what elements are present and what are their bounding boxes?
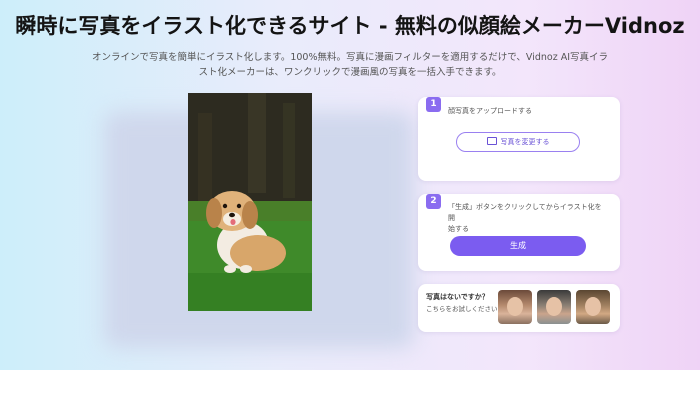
step-instruction: 「生成」ボタンをクリックしてからイラスト化を開 始する (448, 202, 608, 235)
image-icon (486, 137, 497, 145)
face-illustration (546, 297, 562, 316)
step-number-badge: 2 (426, 194, 441, 209)
uploaded-photo (188, 93, 312, 311)
sample-photos-label: 写真はないですか？ (426, 293, 489, 301)
sample-photos-hint: こちらをお試しください (426, 305, 498, 313)
sample-thumbnail[interactable] (537, 290, 571, 324)
change-photo-button[interactable]: 写真を変更する (456, 132, 580, 152)
step-card-upload: 1 顔写真をアップロードする 写真を変更する (418, 97, 620, 181)
subtitle-line-2: スト化メーカーは、ワンクリックで漫画風の写真を一括入手できます。 (198, 67, 502, 78)
step-number-badge: 1 (426, 97, 441, 112)
step-instruction-line-2: 始する (448, 225, 469, 233)
page-title: 瞬時に写真をイラスト化できるサイト - 無料の似顔絵メーカーVidnoz (15, 14, 685, 38)
sample-thumbnail[interactable] (498, 290, 532, 324)
subtitle-line-1: オンラインで写真を簡単にイラスト化します。100%無料。写真に漫画フィルターを適… (91, 52, 609, 63)
sample-thumbnail[interactable] (576, 290, 610, 324)
dog-photo-illustration (188, 93, 312, 311)
step-instruction: 顔写真をアップロードする (448, 107, 532, 115)
step-card-generate: 2 「生成」ボタンをクリックしてからイラスト化を開 始する 生成 (418, 194, 620, 271)
face-illustration (507, 297, 523, 316)
sample-photos-card: 写真はないですか？ こちらをお試しください (418, 284, 620, 332)
change-photo-label: 写真を変更する (500, 138, 550, 146)
page-subtitle: オンラインで写真を簡単にイラスト化します。100%無料。写真に漫画フィルターを適… (80, 50, 620, 80)
generate-button[interactable]: 生成 (450, 236, 586, 256)
face-illustration (585, 297, 601, 316)
step-instruction-line-1: 「生成」ボタンをクリックしてからイラスト化を開 (448, 203, 602, 222)
hero-section: 瞬時に写真をイラスト化できるサイト - 無料の似顔絵メーカーVidnoz オンラ… (0, 0, 700, 370)
